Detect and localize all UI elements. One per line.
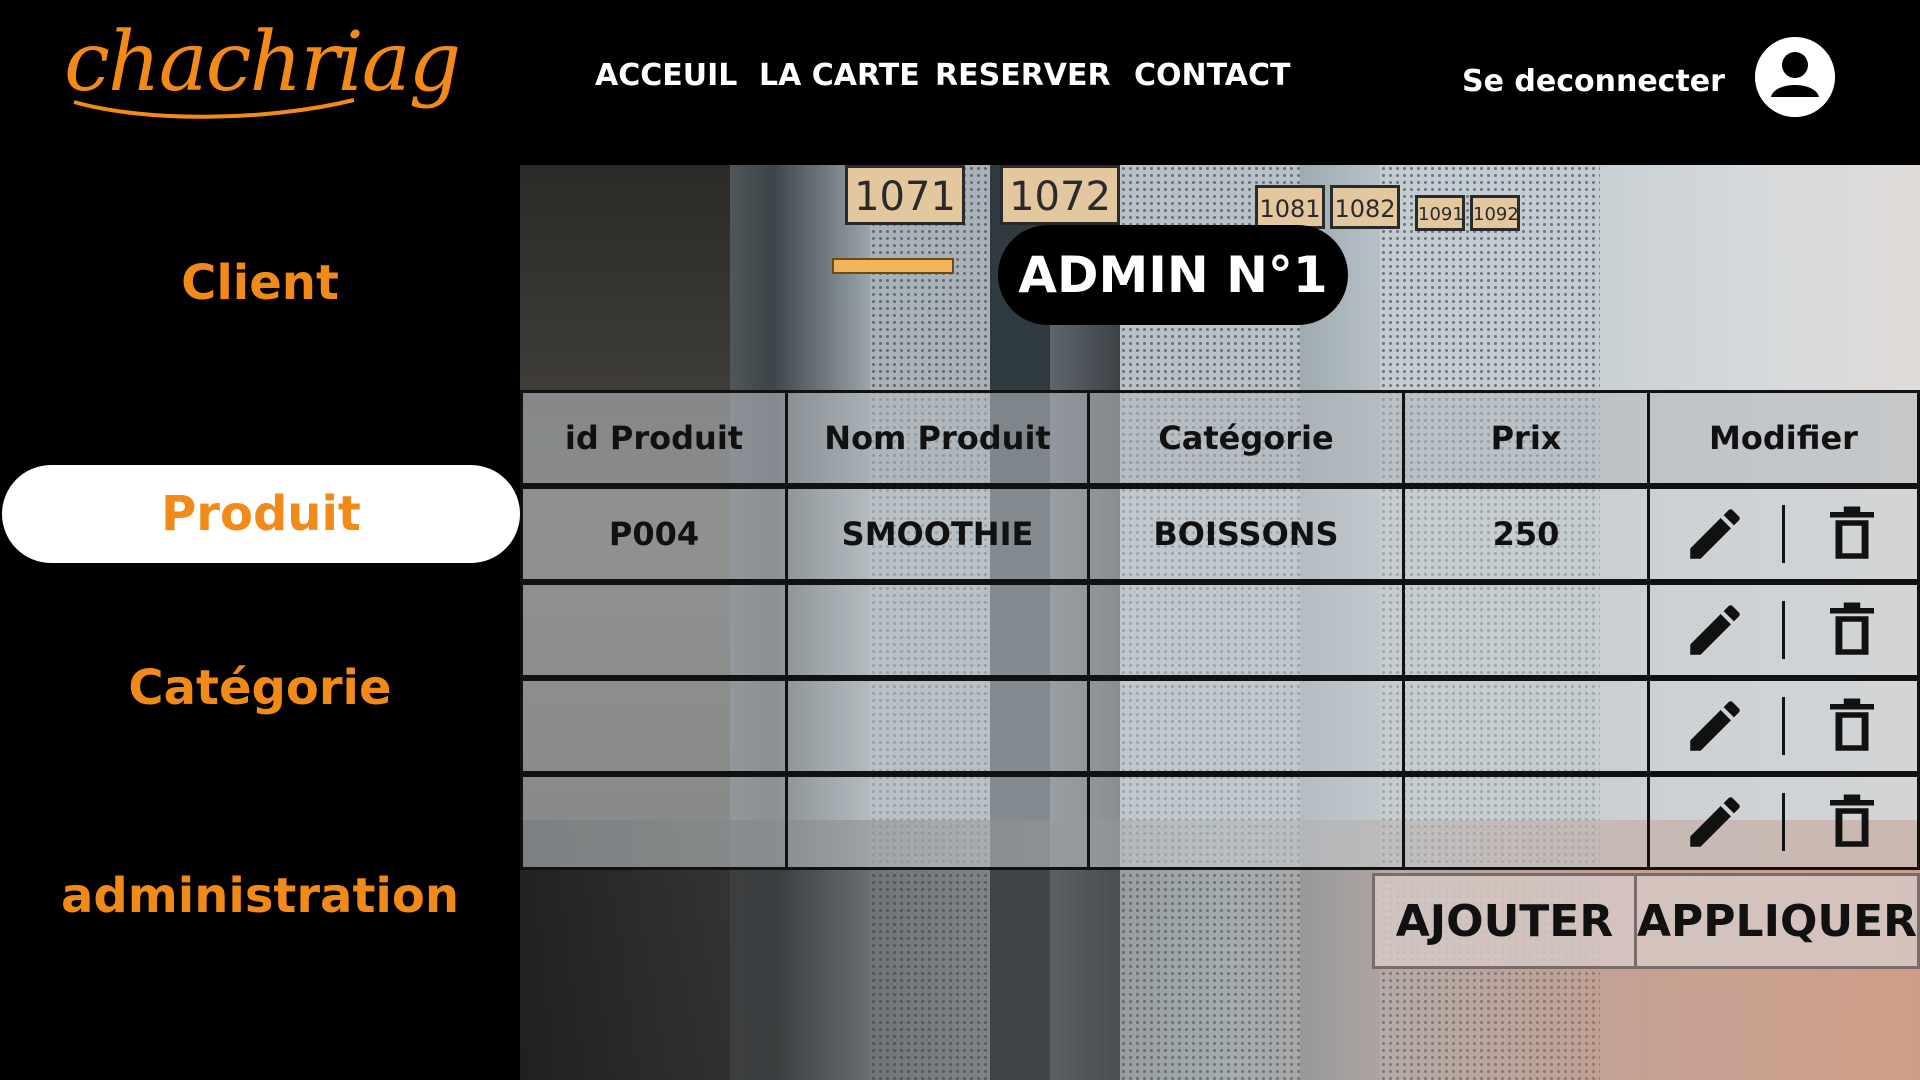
nav-acceuil[interactable]: ACCEUIL — [595, 58, 737, 93]
cell-actions — [1647, 486, 1920, 582]
table-header-row: id Produit Nom Produit Catégorie Prix Mo… — [520, 390, 1920, 486]
column-header-name: Nom Produit — [785, 390, 1090, 486]
background-plate: 1081 — [1255, 185, 1325, 229]
user-circle-icon — [1755, 37, 1835, 117]
sidebar-item-administration[interactable]: administration — [0, 868, 520, 924]
cell-actions — [1647, 678, 1920, 774]
cell-actions — [1647, 774, 1920, 870]
table-row — [520, 678, 1920, 774]
cell-name — [785, 678, 1090, 774]
sidebar-item-client[interactable]: Client — [0, 255, 520, 311]
column-header-price: Prix — [1402, 390, 1650, 486]
nav-contact[interactable]: CONTACT — [1134, 58, 1290, 93]
column-header-modifier: Modifier — [1647, 390, 1920, 486]
pencil-icon[interactable] — [1682, 597, 1748, 663]
background-plate: 1082 — [1330, 185, 1400, 229]
cell-category: BOISSONS — [1087, 486, 1405, 582]
cell-name — [785, 774, 1090, 870]
action-separator — [1782, 601, 1785, 659]
table-row — [520, 774, 1920, 870]
nav-la-carte[interactable]: LA CARTE — [759, 58, 920, 93]
cell-price: 250 — [1402, 486, 1650, 582]
trash-icon[interactable] — [1819, 501, 1885, 567]
background-plate: 1092 — [1470, 195, 1520, 231]
sidebar-item-produit[interactable]: Produit — [2, 465, 520, 563]
cell-price — [1402, 678, 1650, 774]
sidebar-item-categorie[interactable]: Catégorie — [0, 660, 520, 716]
top-header: chachriag ACCEUIL LA CARTE RESERVER CONT… — [0, 0, 1920, 165]
table-row: P004 SMOOTHIE BOISSONS 250 — [520, 486, 1920, 582]
apply-button[interactable]: APPLIQUER — [1634, 873, 1920, 969]
action-separator — [1782, 697, 1785, 755]
page-title: ADMIN N°1 — [998, 225, 1348, 325]
cell-name: SMOOTHIE — [785, 486, 1090, 582]
table-row — [520, 582, 1920, 678]
brand-logo[interactable]: chachriag — [64, 22, 461, 104]
background-plate: 1091 — [1415, 195, 1465, 231]
title-accent-bar — [832, 258, 954, 274]
logo-swash-icon — [73, 98, 355, 119]
cell-name — [785, 582, 1090, 678]
cell-id — [520, 774, 788, 870]
cell-id — [520, 678, 788, 774]
trash-icon[interactable] — [1819, 789, 1885, 855]
user-avatar[interactable] — [1755, 37, 1835, 117]
pencil-icon[interactable] — [1682, 693, 1748, 759]
cell-category — [1087, 678, 1405, 774]
pencil-icon[interactable] — [1682, 789, 1748, 855]
trash-icon[interactable] — [1819, 693, 1885, 759]
cell-price — [1402, 582, 1650, 678]
action-separator — [1782, 793, 1785, 851]
products-table: id Produit Nom Produit Catégorie Prix Mo… — [520, 390, 1920, 874]
cell-id — [520, 582, 788, 678]
cell-category — [1087, 774, 1405, 870]
action-separator — [1782, 505, 1785, 563]
nav-reserver[interactable]: RESERVER — [935, 58, 1111, 93]
column-header-category: Catégorie — [1087, 390, 1405, 486]
cell-actions — [1647, 582, 1920, 678]
background-plate: 1071 — [845, 165, 965, 225]
add-button[interactable]: AJOUTER — [1372, 873, 1637, 969]
admin-sidebar: Client Produit Catégorie administration — [0, 165, 520, 1080]
pencil-icon[interactable] — [1682, 501, 1748, 567]
trash-icon[interactable] — [1819, 597, 1885, 663]
background-plate: 1072 — [1000, 165, 1120, 225]
cell-category — [1087, 582, 1405, 678]
cell-id: P004 — [520, 486, 788, 582]
logout-link[interactable]: Se deconnecter — [1462, 64, 1725, 99]
cell-price — [1402, 774, 1650, 870]
column-header-id: id Produit — [520, 390, 788, 486]
